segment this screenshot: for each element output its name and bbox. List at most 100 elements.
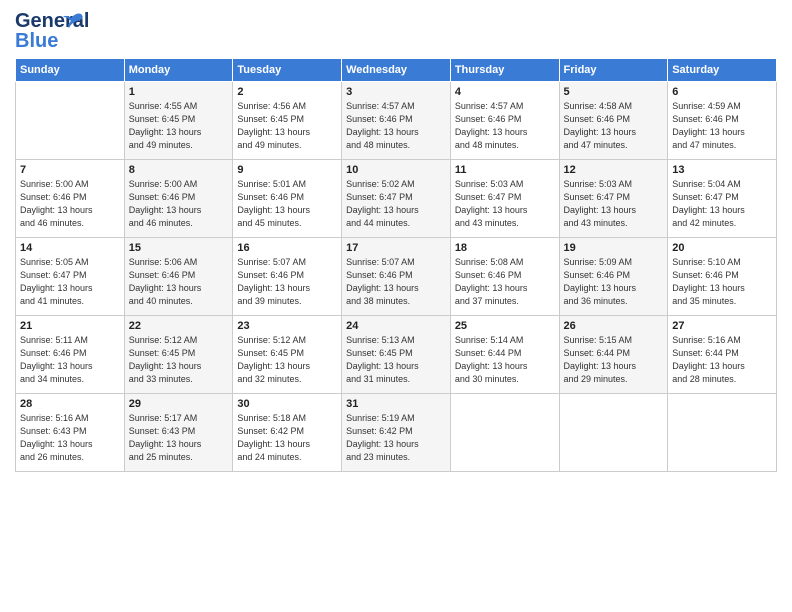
logo-blue: Blue [15,30,58,53]
day-number: 24 [346,320,446,332]
day-info: Sunrise: 4:58 AM Sunset: 6:46 PM Dayligh… [564,100,664,152]
page-header: General Blue [15,10,777,50]
calendar-header-saturday: Saturday [668,59,777,82]
calendar-cell: 11 Sunrise: 5:03 AM Sunset: 6:47 PM Dayli… [450,160,559,238]
calendar-body: 1 Sunrise: 4:55 AM Sunset: 6:45 PM Daylig… [16,82,777,472]
calendar-header-monday: Monday [124,59,233,82]
day-number: 23 [237,320,337,332]
day-info: Sunrise: 5:19 AM Sunset: 6:42 PM Dayligh… [346,412,446,464]
day-number: 2 [237,86,337,98]
calendar-cell: 14 Sunrise: 5:05 AM Sunset: 6:47 PM Dayli… [16,238,125,316]
calendar-cell: 29 Sunrise: 5:17 AM Sunset: 6:43 PM Dayli… [124,394,233,472]
calendar-cell: 28Sunrise: 5:16 AM Sunset: 6:43 PM Dayli… [16,394,125,472]
calendar-cell [450,394,559,472]
day-info: Sunrise: 4:57 AM Sunset: 6:46 PM Dayligh… [346,100,446,152]
calendar-cell [668,394,777,472]
day-number: 26 [564,320,664,332]
day-info: Sunrise: 5:14 AM Sunset: 6:44 PM Dayligh… [455,334,555,386]
calendar-cell: 16Sunrise: 5:07 AM Sunset: 6:46 PM Dayli… [233,238,342,316]
day-number: 29 [129,398,229,410]
day-number: 30 [237,398,337,410]
calendar-cell: 8 Sunrise: 5:00 AM Sunset: 6:46 PM Daylig… [124,160,233,238]
calendar-cell: 17 Sunrise: 5:07 AM Sunset: 6:46 PM Dayli… [342,238,451,316]
day-number: 27 [672,320,772,332]
day-info: Sunrise: 5:04 AM Sunset: 6:47 PM Dayligh… [672,178,772,230]
calendar-week-row: 14 Sunrise: 5:05 AM Sunset: 6:47 PM Dayli… [16,238,777,316]
day-number: 9 [237,164,337,176]
calendar-cell: 31 Sunrise: 5:19 AM Sunset: 6:42 PM Dayli… [342,394,451,472]
calendar-cell: 25 Sunrise: 5:14 AM Sunset: 6:44 PM Dayli… [450,316,559,394]
day-info: Sunrise: 5:11 AM Sunset: 6:46 PM Dayligh… [20,334,120,386]
calendar-week-row: 28Sunrise: 5:16 AM Sunset: 6:43 PM Dayli… [16,394,777,472]
logo: General Blue [15,10,67,50]
calendar-cell [559,394,668,472]
calendar-cell: 30 Sunrise: 5:18 AM Sunset: 6:42 PM Dayli… [233,394,342,472]
calendar-week-row: 7 Sunrise: 5:00 AM Sunset: 6:46 PM Daylig… [16,160,777,238]
day-info: Sunrise: 5:02 AM Sunset: 6:47 PM Dayligh… [346,178,446,230]
calendar-cell: 2Sunrise: 4:56 AM Sunset: 6:45 PM Daylig… [233,82,342,160]
day-info: Sunrise: 4:55 AM Sunset: 6:45 PM Dayligh… [129,100,229,152]
day-number: 6 [672,86,772,98]
day-number: 19 [564,242,664,254]
calendar-cell: 4 Sunrise: 4:57 AM Sunset: 6:46 PM Daylig… [450,82,559,160]
day-info: Sunrise: 5:03 AM Sunset: 6:47 PM Dayligh… [455,178,555,230]
day-number: 7 [20,164,120,176]
calendar-cell: 20Sunrise: 5:10 AM Sunset: 6:46 PM Dayli… [668,238,777,316]
calendar-header-row: SundayMondayTuesdayWednesdayThursdayFrid… [16,59,777,82]
day-info: Sunrise: 5:03 AM Sunset: 6:47 PM Dayligh… [564,178,664,230]
calendar-cell: 9 Sunrise: 5:01 AM Sunset: 6:46 PM Daylig… [233,160,342,238]
calendar-cell: 18 Sunrise: 5:08 AM Sunset: 6:46 PM Dayli… [450,238,559,316]
day-number: 11 [455,164,555,176]
day-number: 1 [129,86,229,98]
calendar-cell: 26 Sunrise: 5:15 AM Sunset: 6:44 PM Dayli… [559,316,668,394]
calendar-cell: 7 Sunrise: 5:00 AM Sunset: 6:46 PM Daylig… [16,160,125,238]
day-number: 31 [346,398,446,410]
calendar-table: SundayMondayTuesdayWednesdayThursdayFrid… [15,58,777,472]
day-info: Sunrise: 5:12 AM Sunset: 6:45 PM Dayligh… [129,334,229,386]
day-info: Sunrise: 4:57 AM Sunset: 6:46 PM Dayligh… [455,100,555,152]
calendar-cell: 13 Sunrise: 5:04 AM Sunset: 6:47 PM Dayli… [668,160,777,238]
day-info: Sunrise: 5:06 AM Sunset: 6:46 PM Dayligh… [129,256,229,308]
day-info: Sunrise: 5:00 AM Sunset: 6:46 PM Dayligh… [20,178,120,230]
calendar-cell: 15Sunrise: 5:06 AM Sunset: 6:46 PM Dayli… [124,238,233,316]
logo-bird-icon [63,10,85,32]
calendar-cell [16,82,125,160]
calendar-week-row: 1 Sunrise: 4:55 AM Sunset: 6:45 PM Daylig… [16,82,777,160]
calendar-header-sunday: Sunday [16,59,125,82]
calendar-cell: 19 Sunrise: 5:09 AM Sunset: 6:46 PM Dayli… [559,238,668,316]
calendar-cell: 23 Sunrise: 5:12 AM Sunset: 6:45 PM Dayli… [233,316,342,394]
day-number: 13 [672,164,772,176]
day-info: Sunrise: 5:00 AM Sunset: 6:46 PM Dayligh… [129,178,229,230]
day-number: 4 [455,86,555,98]
day-number: 28 [20,398,120,410]
calendar-cell: 3 Sunrise: 4:57 AM Sunset: 6:46 PM Daylig… [342,82,451,160]
day-info: Sunrise: 5:15 AM Sunset: 6:44 PM Dayligh… [564,334,664,386]
day-number: 10 [346,164,446,176]
day-info: Sunrise: 5:18 AM Sunset: 6:42 PM Dayligh… [237,412,337,464]
day-number: 8 [129,164,229,176]
day-number: 12 [564,164,664,176]
calendar-header-tuesday: Tuesday [233,59,342,82]
calendar-week-row: 21 Sunrise: 5:11 AM Sunset: 6:46 PM Dayli… [16,316,777,394]
calendar-header-friday: Friday [559,59,668,82]
day-number: 20 [672,242,772,254]
calendar-cell: 12 Sunrise: 5:03 AM Sunset: 6:47 PM Dayli… [559,160,668,238]
day-info: Sunrise: 5:07 AM Sunset: 6:46 PM Dayligh… [346,256,446,308]
day-info: Sunrise: 5:12 AM Sunset: 6:45 PM Dayligh… [237,334,337,386]
day-info: Sunrise: 5:17 AM Sunset: 6:43 PM Dayligh… [129,412,229,464]
day-number: 3 [346,86,446,98]
day-info: Sunrise: 5:08 AM Sunset: 6:46 PM Dayligh… [455,256,555,308]
day-number: 18 [455,242,555,254]
day-number: 14 [20,242,120,254]
day-info: Sunrise: 5:13 AM Sunset: 6:45 PM Dayligh… [346,334,446,386]
day-number: 17 [346,242,446,254]
day-info: Sunrise: 5:16 AM Sunset: 6:44 PM Dayligh… [672,334,772,386]
day-number: 25 [455,320,555,332]
day-number: 21 [20,320,120,332]
day-info: Sunrise: 5:09 AM Sunset: 6:46 PM Dayligh… [564,256,664,308]
day-info: Sunrise: 5:05 AM Sunset: 6:47 PM Dayligh… [20,256,120,308]
calendar-cell: 22Sunrise: 5:12 AM Sunset: 6:45 PM Dayli… [124,316,233,394]
calendar-cell: 21 Sunrise: 5:11 AM Sunset: 6:46 PM Dayli… [16,316,125,394]
page-container: General Blue SundayMondayTuesdayWednesda… [0,0,792,482]
day-info: Sunrise: 5:01 AM Sunset: 6:46 PM Dayligh… [237,178,337,230]
